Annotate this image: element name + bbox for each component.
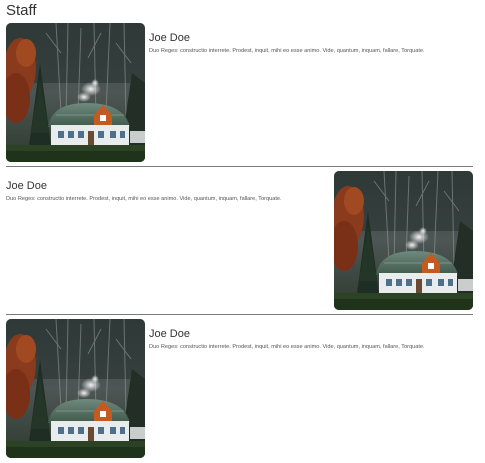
divider <box>6 314 473 315</box>
staff-name: Joe Doe <box>149 32 190 44</box>
staff-description: Duo Reges: constructio interrete. Prodes… <box>149 344 425 350</box>
staff-media-body: Joe Doe Duo Reges: constructio interrete… <box>149 327 479 352</box>
staff-media-body: Joe Doe Duo Reges: constructio interrete… <box>6 179 331 204</box>
staff-media-item: Joe Doe Duo Reges: constructio interrete… <box>6 171 473 310</box>
staff-photo <box>334 171 473 310</box>
divider <box>6 166 473 167</box>
staff-photo <box>6 319 145 458</box>
house-in-forest-image <box>6 23 145 162</box>
staff-media-item: Joe Doe Duo Reges: constructio interrete… <box>6 319 473 458</box>
staff-photo <box>6 23 145 162</box>
house-in-forest-image <box>334 171 473 310</box>
staff-description: Duo Reges: constructio interrete. Prodes… <box>6 196 282 202</box>
house-in-forest-image <box>6 319 145 458</box>
staff-description: Duo Reges: constructio interrete. Prodes… <box>149 48 425 54</box>
staff-media-body: Joe Doe Duo Reges: constructio interrete… <box>149 31 479 56</box>
staff-media-item: Joe Doe Duo Reges: constructio interrete… <box>6 23 473 162</box>
staff-name: Joe Doe <box>6 180 47 192</box>
staff-name: Joe Doe <box>149 328 190 340</box>
page-title: Staff <box>6 2 37 19</box>
